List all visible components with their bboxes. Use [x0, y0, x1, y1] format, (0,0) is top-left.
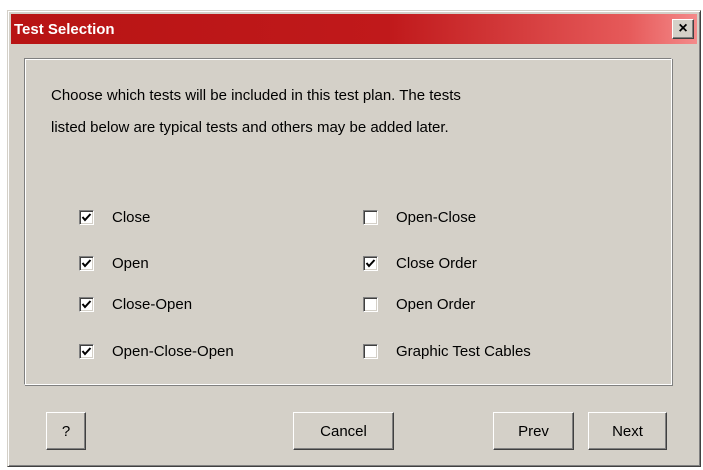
instructions-line-2: listed below are typical tests and other…: [51, 119, 449, 136]
cancel-button[interactable]: Cancel: [293, 412, 394, 450]
checkbox-close[interactable]: Close: [79, 207, 150, 227]
checkbox-label: Open-Close: [396, 208, 477, 226]
close-icon: ×: [678, 20, 688, 37]
checkmark-icon: [81, 299, 92, 309]
checkbox-open-close-open[interactable]: Open-Close-Open: [79, 341, 234, 361]
checkmark-icon: [365, 258, 376, 268]
checkmark-icon: [81, 212, 92, 222]
checkbox-box[interactable]: [363, 209, 378, 225]
checkbox-label: Open-Close-Open: [112, 342, 234, 360]
checkbox-graphic-test-cables[interactable]: Graphic Test Cables: [363, 341, 531, 361]
checkbox-box[interactable]: [363, 296, 378, 312]
checkbox-box[interactable]: [79, 209, 94, 225]
instructions-line-1: Choose which tests will be included in t…: [51, 87, 461, 104]
title-bar[interactable]: Test Selection ×: [11, 14, 697, 44]
checkbox-label: Close-Open: [112, 295, 193, 313]
checkbox-label: Close Order: [396, 254, 477, 272]
checkbox-label: Graphic Test Cables: [396, 342, 531, 360]
next-button[interactable]: Next: [588, 412, 667, 450]
checkbox-box[interactable]: [79, 296, 94, 312]
prev-button[interactable]: Prev: [493, 412, 574, 450]
checkmark-icon: [81, 346, 92, 356]
checkbox-close-open[interactable]: Close-Open: [79, 294, 192, 314]
close-button[interactable]: ×: [672, 19, 694, 39]
checkbox-label: Close: [112, 208, 151, 226]
checkbox-box[interactable]: [79, 343, 94, 359]
checkbox-open-close[interactable]: Open-Close: [363, 207, 476, 227]
checkbox-box[interactable]: [79, 255, 94, 271]
checkbox-label: Open: [112, 254, 149, 272]
dialog-title: Test Selection: [14, 20, 115, 38]
checkmark-icon: [81, 258, 92, 268]
checkbox-label: Open Order: [396, 295, 476, 313]
checkbox-box[interactable]: [363, 343, 378, 359]
instructions-text: Choose which tests will be included in t…: [51, 80, 611, 144]
checkbox-open[interactable]: Open: [79, 253, 149, 273]
checkbox-box[interactable]: [363, 255, 378, 271]
checkbox-open-order[interactable]: Open Order: [363, 294, 475, 314]
help-button[interactable]: ?: [46, 412, 86, 450]
checkbox-close-order[interactable]: Close Order: [363, 253, 477, 273]
